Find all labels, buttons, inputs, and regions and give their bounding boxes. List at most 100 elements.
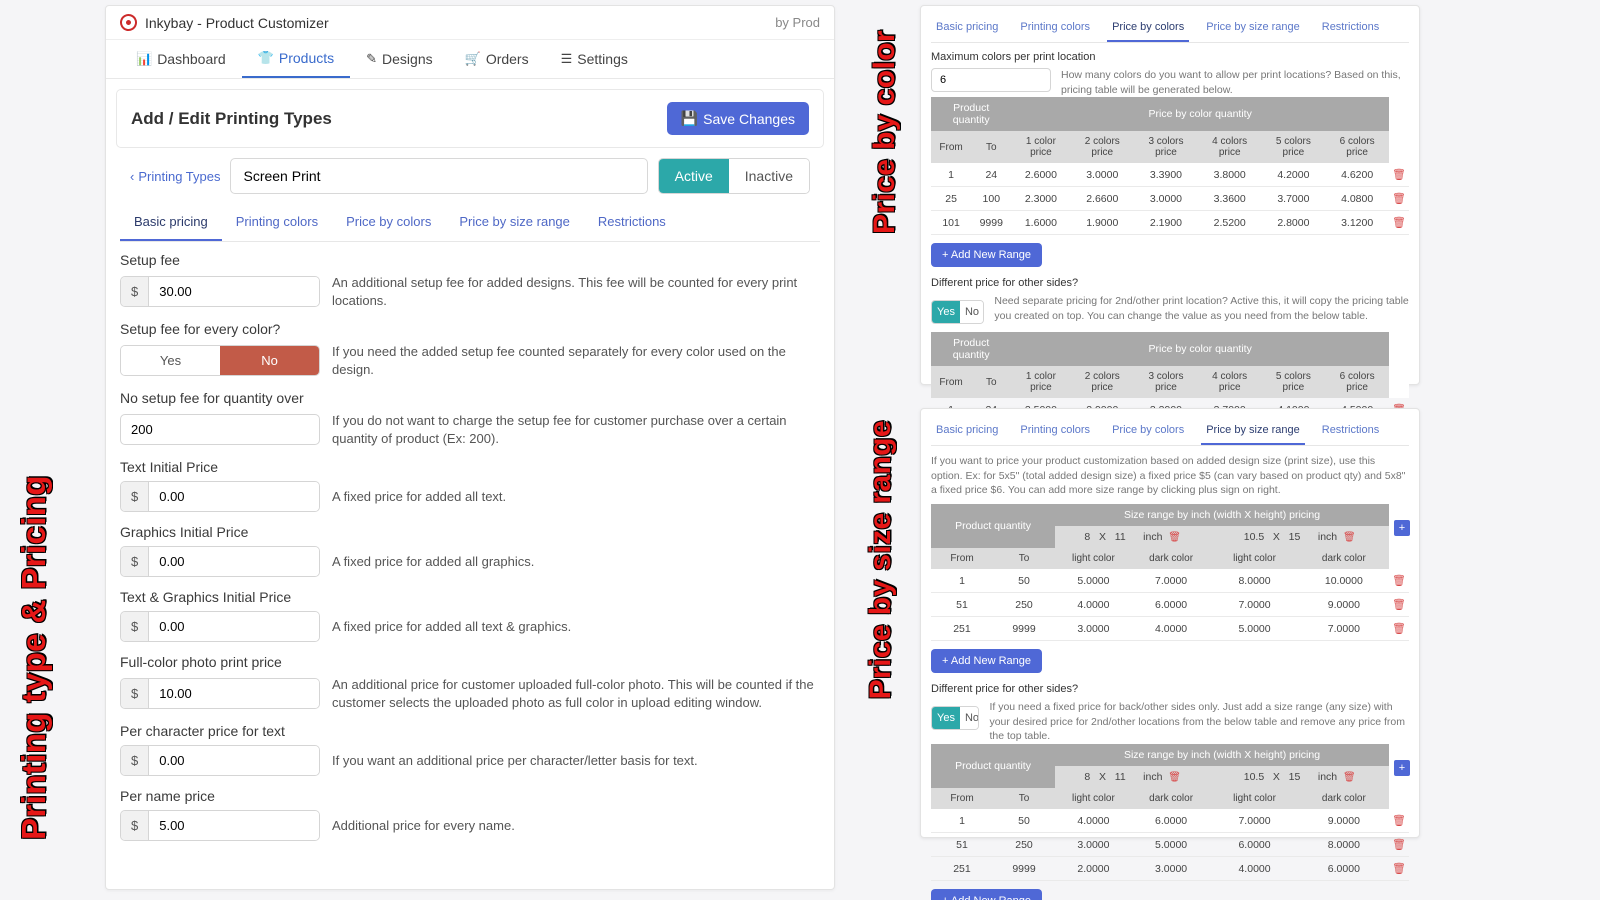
- pbc-diff-toggle: Yes No: [931, 300, 984, 324]
- setup-color-toggle: Yes No: [120, 345, 320, 376]
- psr-row: 1504.00006.00007.00009.0000🗑: [931, 809, 1409, 833]
- field-perName-label: Per name price: [120, 788, 820, 804]
- psr-diff-help: If you need a fixed price for back/other…: [989, 700, 1409, 744]
- field-noSetup-desc: If you do not want to charge the setup f…: [332, 412, 820, 447]
- delete-row-icon[interactable]: 🗑: [1392, 575, 1406, 587]
- textInit-prefix: $: [121, 482, 149, 511]
- psr-table-1: Product quantitySize range by inch (widt…: [931, 504, 1409, 641]
- psr-intro: If you want to price your product custom…: [931, 454, 1409, 498]
- psr-tab-price-size[interactable]: Price by size range: [1201, 419, 1305, 445]
- tab-price-by-size[interactable]: Price by size range: [445, 204, 584, 241]
- psr-table-2: Product quantitySize range by inch (widt…: [931, 744, 1409, 881]
- annotation-right-top: Price by color: [868, 30, 902, 234]
- nav-orders[interactable]: 🛒Orders: [449, 40, 545, 78]
- field-photo: Full-color photo print price $ An additi…: [120, 654, 820, 711]
- perChar-prefix: $: [121, 746, 149, 775]
- price-by-color-panel: Basic pricing Printing colors Price by c…: [920, 5, 1420, 385]
- photo-prefix: $: [121, 679, 149, 708]
- pbc-tab-price-colors[interactable]: Price by colors: [1107, 16, 1189, 42]
- field-perChar: Per character price for text $ If you wa…: [120, 723, 820, 776]
- perName-input[interactable]: [149, 811, 320, 840]
- pbc-table-1: Product quantityPrice by color quantity …: [931, 97, 1409, 235]
- add-size-range-icon[interactable]: +: [1394, 520, 1410, 536]
- delete-col-icon[interactable]: 🗑: [1168, 772, 1181, 783]
- field-perName: Per name price $ Additional price for ev…: [120, 788, 820, 841]
- delete-row-icon[interactable]: 🗑: [1392, 193, 1406, 205]
- field-noSetup-label: No setup fee for quantity over: [120, 390, 820, 406]
- field-textInit-label: Text Initial Price: [120, 459, 820, 475]
- field-gfxInit: Graphics Initial Price $ A fixed price f…: [120, 524, 820, 577]
- tab-price-by-colors[interactable]: Price by colors: [332, 204, 445, 241]
- delete-row-icon[interactable]: 🗑: [1392, 815, 1406, 827]
- nav-settings[interactable]: ☰Settings: [545, 40, 644, 78]
- status-toggle: Active Inactive: [658, 158, 810, 194]
- delete-row-icon[interactable]: 🗑: [1392, 839, 1406, 851]
- tab-basic-pricing[interactable]: Basic pricing: [120, 204, 222, 241]
- tab-printing-colors[interactable]: Printing colors: [222, 204, 332, 241]
- psr-tab-printing-colors[interactable]: Printing colors: [1015, 419, 1095, 445]
- pbc-tab-basic[interactable]: Basic pricing: [931, 16, 1003, 42]
- chevron-left-icon: ‹: [130, 169, 134, 184]
- page-title: Add / Edit Printing Types: [131, 109, 332, 129]
- status-active[interactable]: Active: [659, 159, 729, 193]
- field-noSetup: No setup fee for quantity over If you do…: [120, 390, 820, 447]
- app-by: by Prod: [775, 15, 820, 30]
- add-size-range-icon[interactable]: +: [1394, 760, 1410, 776]
- photo-input[interactable]: [149, 679, 320, 708]
- field-perChar-label: Per character price for text: [120, 723, 820, 739]
- field-photo-label: Full-color photo print price: [120, 654, 820, 670]
- delete-row-icon[interactable]: 🗑: [1392, 623, 1406, 635]
- designs-icon: ✎: [366, 51, 377, 67]
- pbc-diff-yes[interactable]: Yes: [932, 301, 960, 323]
- psr-diff-yes[interactable]: Yes: [932, 707, 960, 729]
- type-name-input[interactable]: [230, 158, 647, 194]
- no-setup-input[interactable]: [120, 414, 320, 445]
- max-colors-input[interactable]: [931, 68, 1051, 92]
- psr-tab-restrictions[interactable]: Restrictions: [1317, 419, 1384, 445]
- tab-restrictions[interactable]: Restrictions: [584, 204, 680, 241]
- pbc-diff-no[interactable]: No: [960, 301, 984, 323]
- psr-tab-price-colors[interactable]: Price by colors: [1107, 419, 1189, 445]
- field-textInit: Text Initial Price $ A fixed price for a…: [120, 459, 820, 512]
- setup-input[interactable]: [149, 277, 320, 306]
- delete-row-icon[interactable]: 🗑: [1392, 599, 1406, 611]
- tgInit-input[interactable]: [149, 612, 320, 641]
- nav-dashboard-label: Dashboard: [157, 51, 226, 67]
- pbc-tab-printing-colors[interactable]: Printing colors: [1015, 16, 1095, 42]
- pbc-tabs: Basic pricing Printing colors Price by c…: [931, 16, 1409, 43]
- psr-add-range-1[interactable]: + Add New Range: [931, 649, 1042, 673]
- field-textInit-desc: A fixed price for added all text.: [332, 488, 820, 506]
- nav-products[interactable]: 👕Products: [242, 40, 350, 78]
- delete-row-icon[interactable]: 🗑: [1392, 217, 1406, 229]
- app-logo-icon: [117, 11, 140, 34]
- psr-tabs: Basic pricing Printing colors Price by c…: [931, 419, 1409, 446]
- field-setupColor: Setup fee for every color? Yes NoIf you …: [120, 321, 820, 378]
- textInit-input-group: $: [120, 481, 320, 512]
- nav-designs[interactable]: ✎Designs: [350, 40, 449, 78]
- textInit-input[interactable]: [149, 482, 320, 511]
- psr-add-range-2[interactable]: + Add New Range: [931, 889, 1042, 900]
- setup-color-no[interactable]: No: [220, 346, 319, 375]
- back-link[interactable]: ‹Printing Types: [130, 169, 220, 184]
- delete-col-icon[interactable]: 🗑: [1343, 532, 1356, 543]
- gfxInit-input-group: $: [120, 546, 320, 577]
- photo-input-group: $: [120, 678, 320, 709]
- delete-col-icon[interactable]: 🗑: [1343, 772, 1356, 783]
- pbc-tab-restrictions[interactable]: Restrictions: [1317, 16, 1384, 42]
- psr-tab-basic[interactable]: Basic pricing: [931, 419, 1003, 445]
- gfxInit-input[interactable]: [149, 547, 320, 576]
- setup-color-yes[interactable]: Yes: [121, 346, 220, 375]
- psr-diff-no[interactable]: No: [960, 707, 980, 729]
- pbc-add-label: Add New Range: [951, 249, 1031, 261]
- delete-row-icon[interactable]: 🗑: [1392, 863, 1406, 875]
- pbc-tab-price-size[interactable]: Price by size range: [1201, 16, 1305, 42]
- nav-dashboard[interactable]: 📊Dashboard: [120, 40, 242, 78]
- save-button[interactable]: 💾Save Changes: [667, 102, 809, 135]
- delete-col-icon[interactable]: 🗑: [1168, 532, 1181, 543]
- status-inactive[interactable]: Inactive: [729, 159, 809, 193]
- field-tgInit-desc: A fixed price for added all text & graph…: [332, 618, 820, 636]
- pbc-add-range-1[interactable]: + Add New Range: [931, 243, 1042, 267]
- products-icon: 👕: [258, 50, 274, 66]
- perChar-input[interactable]: [149, 746, 320, 775]
- delete-row-icon[interactable]: 🗑: [1392, 169, 1406, 181]
